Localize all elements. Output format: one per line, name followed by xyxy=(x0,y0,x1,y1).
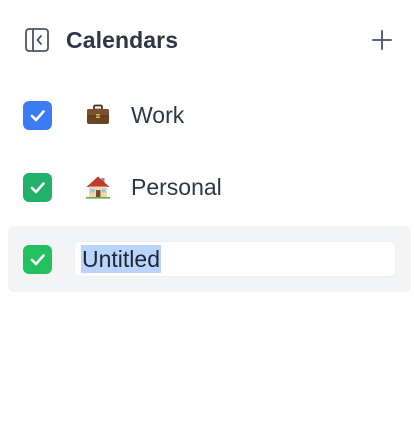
calendar-item-untitled[interactable]: Untitled xyxy=(8,226,411,292)
calendar-item-work[interactable]: Work xyxy=(8,84,411,146)
checkbox-work[interactable] xyxy=(23,101,52,130)
sidebar-collapse-icon[interactable] xyxy=(24,27,50,53)
check-icon xyxy=(30,182,45,194)
house-icon xyxy=(85,174,111,200)
calendars-sidebar: Calendars Work Personal Untitled xyxy=(0,0,414,422)
calendar-item-personal[interactable]: Personal xyxy=(8,156,411,218)
calendar-name-input[interactable]: Untitled xyxy=(74,241,396,277)
page-title: Calendars xyxy=(66,27,179,53)
calendars-header: Calendars xyxy=(0,0,414,80)
selected-text[interactable]: Untitled xyxy=(81,245,161,273)
plus-icon[interactable] xyxy=(370,28,394,52)
check-icon xyxy=(30,254,45,266)
checkbox-personal[interactable] xyxy=(23,173,52,202)
check-icon xyxy=(30,110,45,122)
checkbox-untitled[interactable] xyxy=(23,245,52,274)
calendar-name-personal: Personal xyxy=(131,174,222,200)
briefcase-icon xyxy=(85,102,111,128)
calendar-name-work: Work xyxy=(131,102,185,128)
